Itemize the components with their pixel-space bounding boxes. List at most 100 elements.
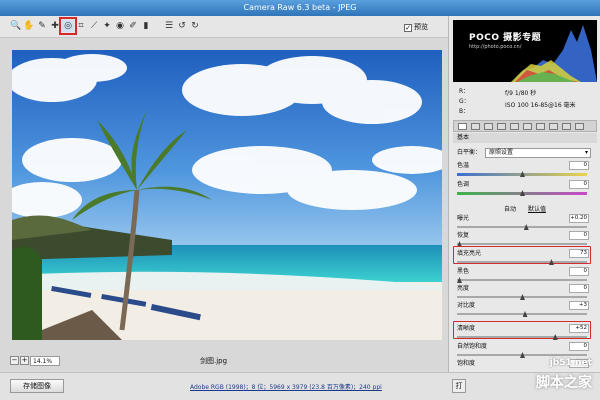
slider-row: 填充亮光 73: [457, 249, 593, 267]
image-preview[interactable]: [12, 50, 442, 340]
hand-tool[interactable]: ✋: [23, 20, 35, 32]
rotate-right-tool[interactable]: ↻: [189, 20, 201, 32]
panel-tab-1[interactable]: [458, 123, 467, 130]
white-balance-row: 白平衡： 原照设置 ▾: [457, 147, 593, 159]
slider-label: 饱和度: [457, 360, 476, 367]
spot-icon: ✦: [103, 21, 111, 31]
rotate-ccw-icon: ↺: [178, 21, 186, 31]
auto-link[interactable]: 自动: [504, 206, 516, 213]
histogram: POCO 摄影专题 http://photo.poco.cn/: [453, 20, 597, 82]
slider-track[interactable]: [457, 226, 587, 228]
zoom-level-select[interactable]: 14.1%: [30, 356, 60, 366]
white-balance-value: 原照设置: [489, 149, 514, 156]
green-readout: G：: [459, 98, 470, 105]
hand-icon: ✋: [23, 21, 35, 31]
adjustment-brush-tool[interactable]: ✐: [127, 20, 139, 32]
straighten-tool[interactable]: ⟋: [88, 20, 100, 32]
window-title: Camera Raw 6.3 beta - JPEG: [0, 0, 600, 16]
rotate-left-tool[interactable]: ↺: [176, 20, 188, 32]
brush-icon: ✐: [129, 21, 137, 31]
slider-value-input[interactable]: +3: [569, 301, 589, 310]
panel-tab-6[interactable]: [523, 123, 532, 130]
panel-tab-2[interactable]: [471, 123, 480, 130]
crop-tool[interactable]: ⌗: [75, 20, 87, 32]
slider-value-input[interactable]: 0: [569, 267, 589, 276]
slider-label: 色调: [457, 181, 470, 188]
slider-label: 黑色: [457, 268, 470, 275]
panel-tab-8[interactable]: [549, 123, 558, 130]
save-image-button[interactable]: 存储图像: [10, 379, 64, 393]
zoom-in-button[interactable]: +: [20, 356, 29, 365]
panel-tab-3[interactable]: [484, 123, 493, 130]
zoom-out-button[interactable]: −: [10, 356, 19, 365]
toolbar: ✓ 预览 🔍 ✋ ✎ ✚ ◎ ⌗ ⟋ ✦ ◉ ✐ ▮ ☰ ↺ ↻: [0, 16, 448, 38]
slider-value-input[interactable]: 0: [569, 180, 589, 189]
slider-track[interactable]: [457, 336, 587, 338]
viewer-status-bar: − + 14.1% 剑图.jpg: [0, 350, 448, 372]
default-link[interactable]: 默认值: [528, 206, 546, 213]
file-name: 剑图.jpg: [200, 357, 228, 365]
slider-row: 对比度 +3: [457, 301, 593, 319]
magnifier-icon: 🔍: [10, 21, 22, 31]
workflow-options-link[interactable]: Adobe RGB (1998)；8 位；5969 x 3979 (23.8 百…: [190, 382, 382, 391]
slider-value-input[interactable]: +52: [569, 324, 589, 333]
slider-track[interactable]: [457, 261, 587, 263]
panel-tab-4[interactable]: [497, 123, 506, 130]
preview-checkbox[interactable]: ✓ 预览: [404, 21, 446, 33]
watermark-name: 脚本之家: [536, 375, 592, 391]
slider-value-input[interactable]: 73: [569, 249, 589, 258]
slider-label: 清晰度: [457, 325, 476, 332]
slider-row: 色温 0: [457, 161, 593, 179]
panel-tab-9[interactable]: [562, 123, 571, 130]
aperture-shutter: f/9 1/80 秒: [505, 90, 537, 97]
panel-tab-10[interactable]: [575, 123, 584, 130]
slider-row: 清晰度 +52: [457, 324, 593, 342]
panel-tabs: [453, 120, 597, 132]
slider-track[interactable]: [457, 313, 587, 315]
white-balance-tool[interactable]: ✎: [36, 20, 48, 32]
slider-value-input[interactable]: +0.20: [569, 214, 589, 223]
white-balance-select[interactable]: 原照设置 ▾: [485, 148, 591, 158]
red-eye-tool[interactable]: ◉: [114, 20, 126, 32]
checkbox-icon: ✓: [404, 24, 412, 32]
slider-value-input[interactable]: 0: [569, 161, 589, 170]
panel-tab-5[interactable]: [510, 123, 519, 130]
slider-row: 自然饱和度 0: [457, 342, 593, 358]
slider-label: 曝光: [457, 215, 470, 222]
footer-bar: 存储图像 Adobe RGB (1998)；8 位；5969 x 3979 (2…: [0, 372, 600, 400]
preview-label: 预览: [414, 23, 428, 31]
target-adjust-icon: ◎: [64, 21, 72, 31]
red-readout: R：: [459, 88, 470, 95]
eyedropper-icon: ✎: [38, 21, 46, 31]
zoom-tool[interactable]: 🔍: [10, 20, 22, 32]
slider-row: 色调 0: [457, 180, 593, 198]
white-balance-label: 白平衡：: [457, 149, 482, 156]
slider-value-input[interactable]: 0: [569, 284, 589, 293]
poco-logo: POCO 摄影专题: [469, 33, 542, 43]
list-icon: ☰: [164, 21, 174, 31]
crop-icon: ⌗: [78, 21, 84, 31]
slider-label: 对比度: [457, 302, 476, 309]
eye-icon: ◉: [116, 21, 124, 31]
color-sampler-tool[interactable]: ✚: [49, 20, 61, 32]
slider-label: 自然饱和度: [457, 343, 488, 350]
preferences-tool[interactable]: ☰: [163, 20, 175, 32]
watermark-url: jb51.net: [549, 358, 592, 368]
graduated-filter-tool[interactable]: ▮: [140, 20, 152, 32]
slider-value-input[interactable]: 0: [569, 231, 589, 240]
beach-photo: [12, 50, 442, 340]
adjustment-panel: POCO 摄影专题 http://photo.poco.cn/ R： G： B：…: [448, 16, 600, 372]
panel-tab-7[interactable]: [536, 123, 545, 130]
slider-label: 恢复: [457, 232, 470, 239]
auto-default-row: 自动 默认值: [457, 204, 593, 214]
slider-row: 曝光 +0.20: [457, 214, 593, 232]
slider-track[interactable]: [457, 279, 587, 281]
slider-track[interactable]: [457, 243, 587, 245]
spot-removal-tool[interactable]: ✦: [101, 20, 113, 32]
targeted-adjustment-tool[interactable]: ◎: [59, 17, 77, 35]
slider-value-input[interactable]: 0: [569, 342, 589, 351]
sampler-icon: ✚: [51, 21, 59, 31]
open-image-button[interactable]: 打: [452, 379, 466, 393]
gradient-icon: ▮: [143, 21, 149, 31]
site-watermark: jb51.net 脚本之家: [520, 358, 596, 396]
